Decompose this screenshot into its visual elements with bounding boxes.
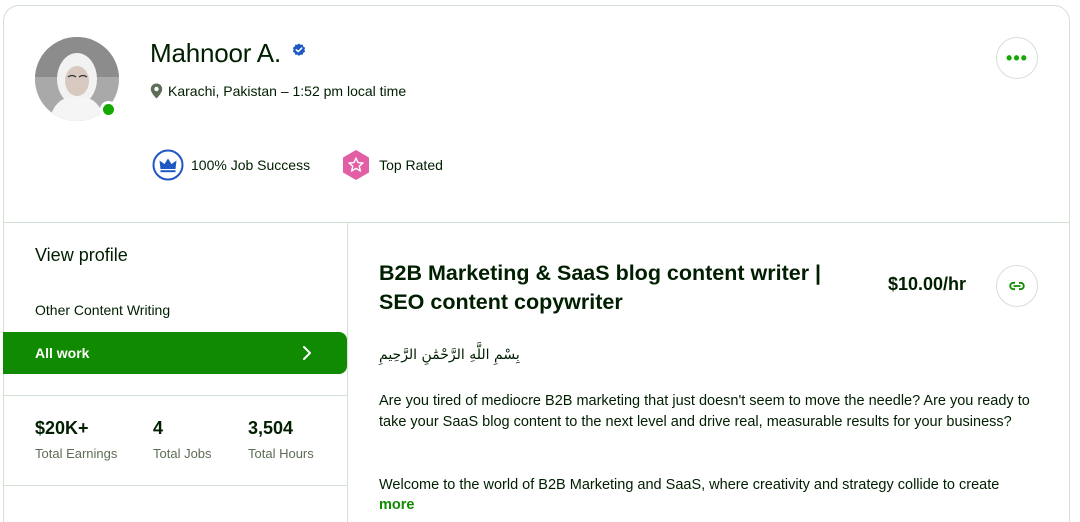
stat-value: $20K+ xyxy=(35,418,89,438)
more-link[interactable]: more xyxy=(379,497,414,513)
all-work-button[interactable]: All work xyxy=(3,332,347,374)
basmala-text: بِسْمِ اللَّهِ الرَّحْمَٰنِ الرَّحِيمِ xyxy=(379,347,520,363)
more-options-button[interactable]: ••• xyxy=(996,37,1038,79)
freelancer-name[interactable]: Mahnoor A. xyxy=(150,38,281,69)
location-pin-icon xyxy=(150,83,163,99)
stat-total-earnings: $20K+ Total Earnings xyxy=(35,418,117,461)
stat-total-hours: 3,504 Total Hours xyxy=(248,418,314,461)
copy-link-button[interactable] xyxy=(996,265,1038,307)
stat-caption: Total Jobs xyxy=(153,446,212,461)
verified-icon xyxy=(292,43,306,56)
badges-row: 100% Job Success Top Rated xyxy=(152,149,473,181)
stat-value: 4 xyxy=(153,418,164,438)
sidebar-divider xyxy=(3,485,347,486)
top-rated-badge[interactable]: Top Rated xyxy=(340,149,443,181)
overview-paragraph: Are you tired of mediocre B2B marketing … xyxy=(379,393,1030,430)
location-row: Karachi, Pakistan – 1:52 pm local time xyxy=(150,83,406,99)
specialized-profile-link[interactable]: Other Content Writing xyxy=(35,302,170,318)
stat-caption: Total Hours xyxy=(248,446,314,461)
view-profile-heading: View profile xyxy=(35,245,128,265)
all-work-label: All work xyxy=(35,345,90,361)
location-text: Karachi, Pakistan – 1:52 pm local time xyxy=(168,83,407,99)
profile-title: B2B Marketing & SaaS blog content writer… xyxy=(379,261,822,314)
star-badge-icon xyxy=(343,150,370,180)
hourly-rate: $10.00/hr xyxy=(888,274,967,294)
stat-value: 3,504 xyxy=(248,418,294,438)
crown-icon xyxy=(152,149,184,181)
header-divider xyxy=(3,222,1070,223)
sidebar-divider xyxy=(3,395,347,396)
job-success-label: 100% Job Success xyxy=(191,157,311,173)
column-divider xyxy=(347,222,348,522)
more-options-icon: ••• xyxy=(1006,47,1028,68)
overview-paragraph: Welcome to the world of B2B Marketing an… xyxy=(379,477,1000,493)
chevron-right-icon xyxy=(303,346,311,360)
link-icon xyxy=(1009,281,1025,291)
job-success-badge[interactable]: 100% Job Success xyxy=(152,149,310,181)
stat-total-jobs: 4 Total Jobs xyxy=(153,418,212,461)
online-status-dot xyxy=(100,101,117,118)
top-rated-label: Top Rated xyxy=(379,157,443,173)
stat-caption: Total Earnings xyxy=(35,446,118,461)
